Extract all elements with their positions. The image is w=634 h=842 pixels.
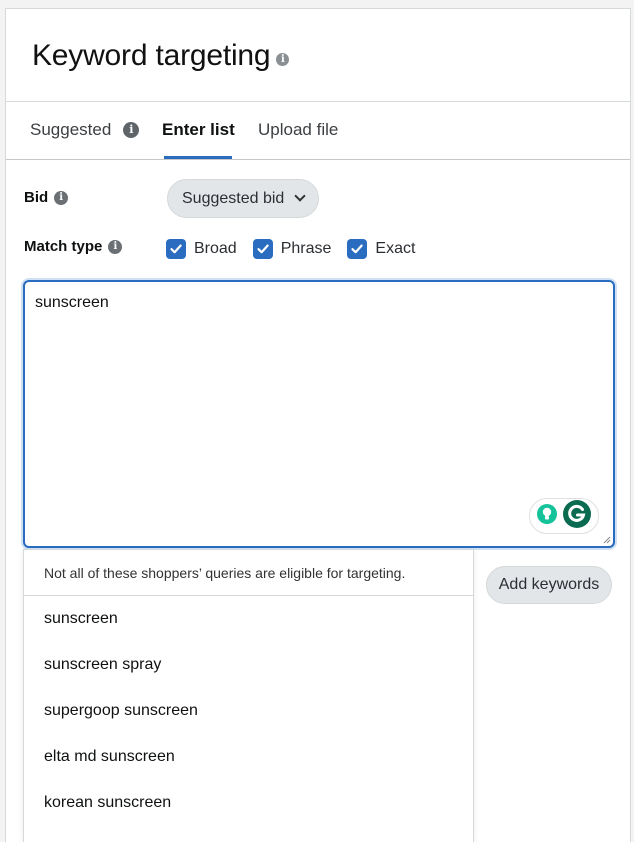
bid-select-value: Suggested bid (182, 189, 285, 207)
panel-header: Keyword targeting i (6, 9, 630, 102)
match-broad-checkbox[interactable]: Broad (166, 239, 237, 259)
checkmark-icon (166, 239, 186, 259)
keyword-textarea-value: sunscreen (35, 294, 109, 311)
match-exact-label: Exact (375, 240, 416, 257)
match-type-label-group: Match type i (24, 238, 123, 255)
page-title: Keyword targeting (32, 39, 271, 72)
tab-enter-list-label: Enter list (162, 120, 235, 139)
bid-label: Bid (24, 189, 49, 206)
tab-suggested[interactable]: Suggested i (30, 120, 140, 140)
title-info-icon[interactable]: i (276, 53, 290, 66)
title-group: Keyword targeting i (32, 39, 290, 73)
tab-upload-file-label: Upload file (258, 120, 339, 139)
chevron-down-icon (294, 190, 306, 202)
suggestions-note: Not all of these shoppers’ queries are e… (24, 550, 473, 596)
add-keywords-button[interactable]: Add keywords (486, 566, 612, 604)
grammarly-widget[interactable] (529, 498, 599, 534)
suggested-info-icon[interactable]: i (123, 122, 140, 138)
keyword-suggestions-dropdown: Not all of these shoppers’ queries are e… (23, 549, 474, 842)
match-type-label: Match type (24, 238, 103, 255)
tab-bar: Suggested i Enter list Upload file (6, 102, 630, 160)
match-phrase-label: Phrase (280, 240, 332, 257)
match-broad-label: Broad (194, 240, 237, 257)
suggestion-item[interactable]: supergoop sunscreen (24, 688, 473, 734)
match-exact-checkbox[interactable]: Exact (347, 239, 415, 259)
suggestion-item[interactable]: korean sunscreen (24, 780, 473, 826)
tab-upload-file[interactable]: Upload file (258, 120, 338, 140)
match-phrase-checkbox[interactable]: Phrase (252, 239, 332, 259)
keyword-textarea[interactable]: sunscreen (23, 280, 615, 548)
resize-handle-icon[interactable] (601, 534, 611, 544)
active-tab-indicator (164, 156, 232, 159)
suggestion-item[interactable]: sunscreen (24, 596, 473, 642)
bid-label-group: Bid i (24, 189, 69, 206)
tab-suggested-label: Suggested (30, 120, 112, 139)
tab-enter-list[interactable]: Enter list (162, 120, 235, 140)
suggestion-item[interactable]: sunscreen spray (24, 642, 473, 688)
bid-info-icon[interactable]: i (54, 190, 69, 205)
match-type-info-icon[interactable]: i (108, 239, 123, 254)
bid-select[interactable]: Suggested bid (167, 179, 319, 218)
match-type-options: Broad Phrase Exact (166, 239, 431, 259)
checkmark-icon (347, 239, 368, 259)
lightbulb-icon[interactable] (536, 503, 558, 530)
grammarly-icon[interactable] (562, 499, 592, 534)
keyword-targeting-panel: Keyword targeting i Suggested i Enter li… (5, 8, 631, 842)
suggestion-item[interactable]: elta md sunscreen (24, 734, 473, 780)
checkmark-icon (252, 239, 273, 259)
